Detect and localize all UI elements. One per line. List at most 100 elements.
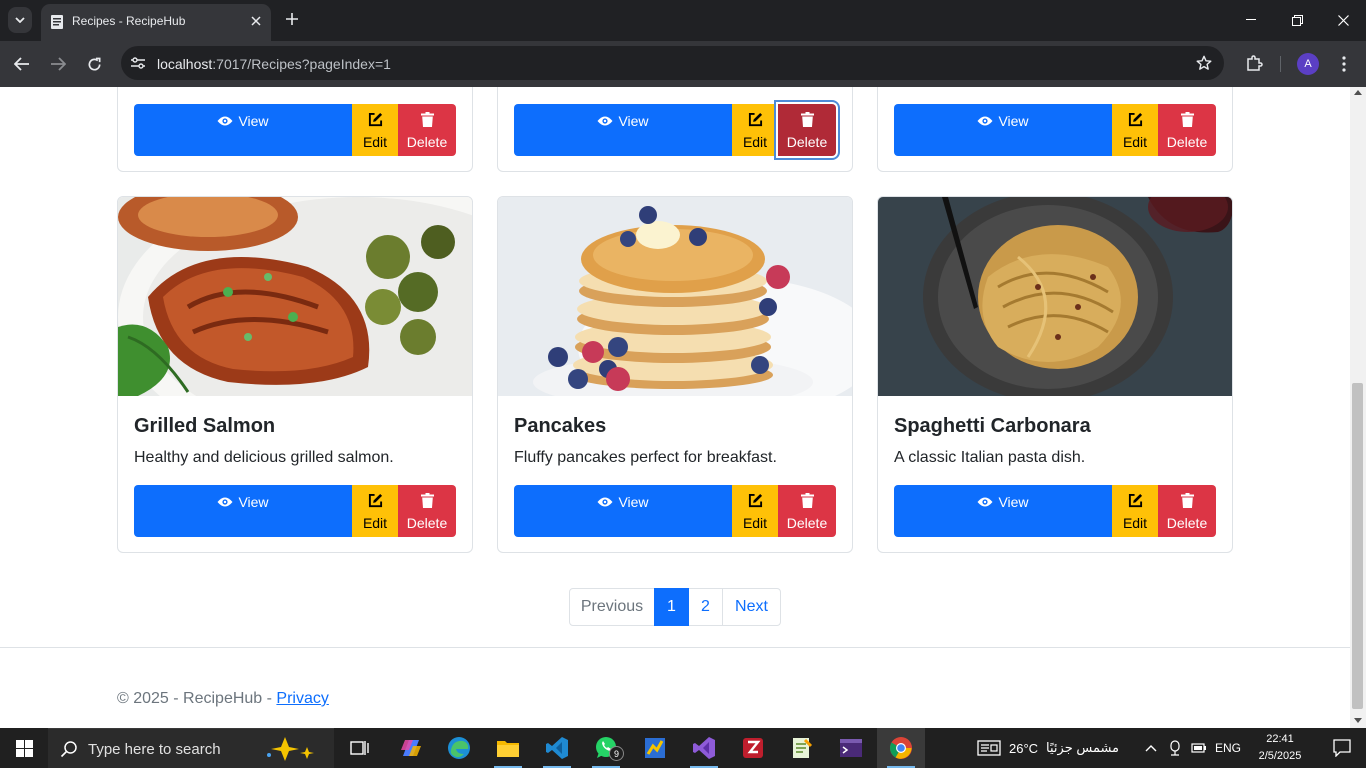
delete-button[interactable]: Delete bbox=[1158, 104, 1216, 156]
restore-button[interactable] bbox=[1282, 8, 1312, 32]
edit-icon bbox=[748, 112, 762, 127]
edit-button[interactable]: Edit bbox=[732, 104, 778, 156]
card-actions: View Edit Delete bbox=[134, 104, 457, 156]
task-view-button[interactable] bbox=[336, 728, 384, 768]
extensions-button[interactable] bbox=[1243, 52, 1265, 74]
recipe-description: Healthy and delicious grilled salmon. bbox=[134, 449, 394, 466]
eye-icon bbox=[977, 116, 993, 126]
profile-avatar[interactable]: A bbox=[1297, 53, 1319, 75]
bookmark-button[interactable] bbox=[1194, 53, 1214, 73]
view-button[interactable]: View bbox=[514, 485, 732, 537]
site-info-button[interactable] bbox=[128, 54, 148, 72]
tab-close-button[interactable] bbox=[248, 13, 264, 29]
scroll-up-arrow-icon[interactable] bbox=[1354, 90, 1362, 95]
filezilla-icon bbox=[743, 738, 763, 758]
pagination-next[interactable]: Next bbox=[722, 588, 781, 626]
url-text[interactable]: localhost:7017/Recipes?pageIndex=1 bbox=[157, 56, 391, 72]
trash-icon bbox=[1180, 112, 1194, 127]
delete-button[interactable]: Delete bbox=[778, 485, 836, 537]
view-button[interactable]: View bbox=[134, 104, 352, 156]
pagination-page-2[interactable]: 2 bbox=[688, 588, 723, 626]
delete-label: Delete bbox=[406, 134, 448, 150]
notifications-button[interactable] bbox=[1318, 728, 1366, 768]
delete-label: Delete bbox=[406, 515, 448, 531]
window-close-button[interactable] bbox=[1328, 8, 1358, 32]
battery-icon[interactable] bbox=[1191, 742, 1207, 754]
edit-button[interactable]: Edit bbox=[1112, 104, 1158, 156]
trash-icon bbox=[800, 493, 814, 508]
windows-taskbar: Type here to search 9 26°C مشمس جزئيًا E… bbox=[0, 728, 1366, 768]
recipe-card: View Edit Delete bbox=[877, 87, 1233, 172]
tune-icon bbox=[131, 57, 145, 69]
pagination: Previous 1 2 Next bbox=[569, 588, 781, 626]
visual-studio-icon bbox=[693, 737, 715, 759]
forward-button[interactable] bbox=[46, 52, 70, 76]
delete-button[interactable]: Delete bbox=[398, 104, 456, 156]
edge-app[interactable] bbox=[435, 728, 483, 768]
view-label: View bbox=[238, 113, 269, 129]
recipe-title: Pancakes bbox=[514, 415, 607, 437]
eye-icon bbox=[597, 116, 613, 126]
eye-icon bbox=[597, 497, 613, 507]
weather-temperature: 26°C bbox=[1009, 740, 1039, 756]
input-language[interactable]: ENG bbox=[1215, 741, 1241, 755]
chart-app-icon bbox=[645, 738, 665, 758]
scrollbar-thumb[interactable] bbox=[1352, 383, 1363, 709]
reload-button[interactable] bbox=[82, 52, 106, 76]
network-icon[interactable] bbox=[1168, 740, 1182, 756]
delete-button[interactable]: Delete bbox=[398, 485, 456, 537]
taskbar-clock[interactable]: 22:41 2/5/2025 bbox=[1248, 731, 1312, 765]
delete-button-focused[interactable]: Delete bbox=[778, 104, 836, 156]
edit-button[interactable]: Edit bbox=[352, 485, 398, 537]
browser-tab-bar: Recipes - RecipeHub bbox=[0, 0, 1366, 41]
filezilla-app[interactable] bbox=[729, 728, 777, 768]
toolbar-separator bbox=[1280, 56, 1281, 72]
copilot-app[interactable] bbox=[387, 728, 435, 768]
notepad-app[interactable] bbox=[778, 728, 826, 768]
chevron-up-icon[interactable] bbox=[1145, 744, 1157, 752]
tab-title: Recipes - RecipeHub bbox=[72, 14, 186, 28]
search-icon bbox=[60, 741, 77, 758]
view-button[interactable]: View bbox=[894, 485, 1112, 537]
browser-tab-active[interactable]: Recipes - RecipeHub bbox=[41, 4, 271, 41]
visual-studio-app[interactable] bbox=[680, 728, 728, 768]
footer-copyright: © 2025 - RecipeHub - bbox=[117, 690, 277, 707]
view-button[interactable]: View bbox=[894, 104, 1112, 156]
tab-search-button[interactable] bbox=[8, 7, 32, 33]
page-scrollbar[interactable] bbox=[1350, 87, 1366, 728]
delete-button[interactable]: Delete bbox=[1158, 485, 1216, 537]
eye-icon bbox=[977, 497, 993, 507]
chrome-icon bbox=[890, 737, 912, 759]
view-button[interactable]: View bbox=[514, 104, 732, 156]
weather-widget[interactable]: 26°C مشمس جزئيًا bbox=[977, 728, 1119, 768]
windows-logo-icon bbox=[15, 739, 33, 757]
edit-button[interactable]: Edit bbox=[732, 485, 778, 537]
chrome-app[interactable] bbox=[877, 728, 925, 768]
back-button[interactable] bbox=[10, 52, 34, 76]
whatsapp-app[interactable]: 9 bbox=[582, 728, 630, 768]
edit-button[interactable]: Edit bbox=[352, 104, 398, 156]
new-tab-button[interactable] bbox=[282, 9, 302, 29]
browser-menu-button[interactable] bbox=[1334, 52, 1354, 76]
privacy-link[interactable]: Privacy bbox=[276, 690, 328, 707]
recipe-description: A classic Italian pasta dish. bbox=[894, 449, 1086, 466]
app-icon-shortcut[interactable] bbox=[631, 728, 679, 768]
view-button[interactable]: View bbox=[134, 485, 352, 537]
pagination-page-1[interactable]: 1 bbox=[654, 588, 689, 626]
edge-icon bbox=[448, 737, 470, 759]
file-explorer-app[interactable] bbox=[484, 728, 532, 768]
notification-icon bbox=[1333, 739, 1351, 757]
scroll-down-arrow-icon[interactable] bbox=[1354, 718, 1362, 723]
address-bar[interactable]: localhost:7017/Recipes?pageIndex=1 bbox=[121, 46, 1224, 80]
clock-date: 2/5/2025 bbox=[1258, 750, 1302, 762]
edit-button[interactable]: Edit bbox=[1112, 485, 1158, 537]
start-button[interactable] bbox=[0, 728, 48, 768]
pagination-previous[interactable]: Previous bbox=[569, 588, 655, 626]
minimize-button[interactable] bbox=[1236, 8, 1266, 32]
terminal-app[interactable] bbox=[827, 728, 875, 768]
taskbar-search[interactable]: Type here to search bbox=[48, 728, 334, 768]
recipe-title: Grilled Salmon bbox=[134, 415, 276, 437]
edit-icon bbox=[1128, 493, 1142, 508]
vscode-app[interactable] bbox=[533, 728, 581, 768]
view-label: View bbox=[998, 494, 1029, 510]
